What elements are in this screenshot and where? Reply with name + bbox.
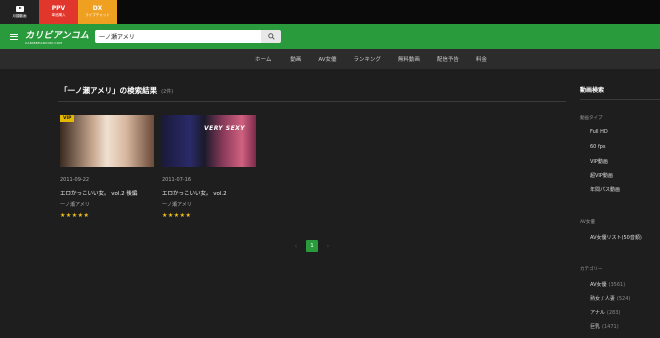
main-header: カリビアンコム CARIBBEANCOM.COM [0,24,660,49]
rating-stars: ★★★★★ [162,212,192,219]
nav-pricing[interactable]: 料金 [476,55,487,63]
main-nav: ホーム 動画 AV女優 ランキング 無料動画 配信予告 料金 [0,49,660,69]
video-actress[interactable]: 一ノ瀬アメリ [60,201,154,208]
nav-schedule[interactable]: 配信予告 [437,55,459,63]
main-content: 「一ノ瀬アメリ」の検索結果 (2件) VIP 2011-09-22 エロかっこいい… [0,69,660,338]
thumbnail-caption: VERY SEXY [204,125,246,132]
site-logo[interactable]: カリビアンコム CARIBBEANCOM.COM [25,28,89,45]
dx-live-tab[interactable]: DX ライブチャット [78,0,117,24]
filter-60fps[interactable]: 60 fps [590,144,606,150]
filter-full-hd[interactable]: Full HD [590,129,608,135]
category-item[interactable]: アナル (283) [590,309,620,316]
video-card[interactable]: VERY SEXY 2011-07-16 エロかっこいい女。 vol.2 一ノ瀬… [162,115,256,219]
category-heading: カテゴリー [580,267,603,272]
search-input[interactable] [95,30,261,43]
sidebar-title: 動画検索 [580,87,605,94]
pagination: ‹ 1 › [290,240,334,252]
category-item[interactable]: 熟女 / 人妻 (524) [590,295,630,302]
av-list-label: AV女優リスト [590,235,622,241]
nav-videos[interactable]: 動画 [290,55,301,63]
monthly-video-tab[interactable]: 月額動画 [0,0,39,24]
nav-ranking[interactable]: ランキング [354,55,381,63]
ppv-label: 単品購入 [51,13,66,18]
category-count: (1471) [602,324,619,330]
category-label: AV女優 [590,282,607,288]
category-label: 巨乳 [590,324,601,330]
av-actress-list-link[interactable]: AV女優リスト(50音順) [590,234,642,241]
category-count: (3561) [608,282,626,288]
filter-super-vip[interactable]: 超VIP動画 [590,172,613,179]
next-page-button[interactable]: › [322,243,334,250]
results-count: (2件) [161,89,174,95]
video-title[interactable]: エロかっこいい女。 vol.2 後編 [60,189,154,197]
category-item[interactable]: 巨乳 (1471) [590,323,619,330]
video-date: 2011-09-22 [60,177,90,183]
filter-annual-pass[interactable]: 年間パス動画 [590,186,620,193]
video-card[interactable]: VIP 2011-09-22 エロかっこいい女。 vol.2 後編 一ノ瀬アメリ… [60,115,154,219]
search-button[interactable] [261,30,281,43]
video-thumbnail[interactable]: VERY SEXY [162,115,256,167]
ppv-logo: PPV [51,5,66,13]
nav-free-videos[interactable]: 無料動画 [398,55,420,63]
video-type-heading: 動画タイプ [580,116,603,121]
logo-sub: CARIBBEANCOM.COM [25,41,63,45]
av-list-count: (50音順) [621,235,642,241]
logo-main: カリビアンコム [25,31,90,41]
monthly-video-label: 月額動画 [12,13,27,18]
search-icon [267,33,275,40]
ppv-tab[interactable]: PPV 単品購入 [39,0,78,24]
dx-label: ライブチャット [85,13,110,18]
prev-page-button[interactable]: ‹ [290,243,302,250]
nav-actresses[interactable]: AV女優 [318,55,336,63]
category-item[interactable]: AV女優 (3561) [590,281,625,288]
top-service-bar: 月額動画 PPV 単品購入 DX ライブチャット [0,0,660,24]
category-label: 熟女 / 人妻 [590,296,615,302]
page-1-button[interactable]: 1 [306,240,318,252]
category-count: (524) [616,296,631,302]
video-date: 2011-07-16 [162,177,192,183]
video-title[interactable]: エロかっこいい女。 vol.2 [162,189,256,197]
video-actress[interactable]: 一ノ瀬アメリ [162,201,256,208]
filter-vip[interactable]: VIP動画 [590,158,608,165]
video-thumbnail[interactable]: VIP [60,115,154,167]
menu-icon[interactable] [10,32,18,41]
av-heading: AV女優 [580,220,595,225]
category-count: (283) [606,310,621,316]
play-icon [15,5,24,12]
dx-logo: DX [92,5,103,13]
results-heading: 「一ノ瀬アメリ」の検索結果 (2件) [60,85,173,96]
divider [580,99,660,100]
rating-stars: ★★★★★ [60,212,90,219]
vip-badge: VIP [60,115,75,122]
results-title: 「一ノ瀬アメリ」の検索結果 [60,86,158,95]
category-label: アナル [590,310,605,316]
search-bar [95,30,285,43]
divider [58,101,566,102]
nav-home[interactable]: ホーム [255,55,271,63]
